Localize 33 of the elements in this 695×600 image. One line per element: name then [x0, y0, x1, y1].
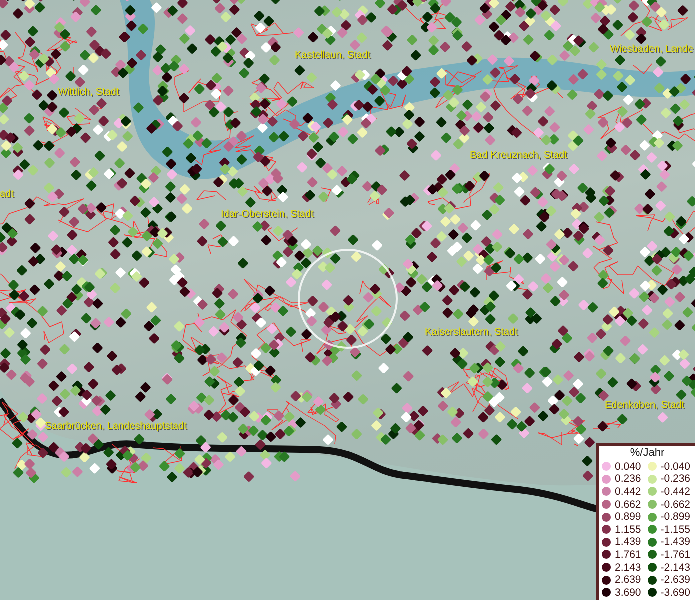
legend-value: -0.040 — [660, 460, 691, 473]
legend-value: 1.439 — [615, 536, 642, 548]
place-label: Wiesbaden, Lande — [610, 44, 694, 56]
legend-value: -0.236 — [660, 473, 691, 486]
legend-title: %/Jahr — [629, 447, 666, 460]
legend-value: -0.442 — [660, 486, 691, 498]
place-label: Edenkoben, Stadt — [605, 400, 685, 412]
legend-value: 0.236 — [615, 473, 642, 486]
legend-value: -1.155 — [660, 524, 691, 536]
legend-value: 3.690 — [615, 586, 642, 599]
legend-value: 0.662 — [615, 498, 642, 511]
place-label: adt — [0, 189, 14, 201]
legend-value: 1.761 — [615, 548, 642, 561]
place-label: Wittlich, Stadt — [58, 87, 120, 99]
place-label: Bad Kreuznach, Stadt — [470, 150, 568, 162]
legend-value: -0.662 — [660, 498, 691, 511]
legend-value: -1.439 — [660, 536, 691, 548]
legend-value: 0.899 — [615, 511, 642, 524]
legend-value: 0.442 — [615, 486, 642, 498]
place-label: Kaiserslautern, Stadt — [425, 327, 518, 339]
legend-value: 2.143 — [615, 562, 642, 574]
legend-value: -0.899 — [660, 511, 691, 524]
legend-value: 0.040 — [615, 460, 642, 473]
place-label: Idar-Oberstein, Stadt — [221, 209, 314, 221]
legend-value: -2.143 — [660, 562, 691, 574]
place-label: Kastellaun, Stadt — [295, 50, 371, 62]
legend-value: -1.761 — [660, 548, 691, 561]
selection-circle[interactable] — [298, 249, 398, 349]
legend-value: 1.155 — [615, 524, 642, 536]
legend-value: 2.639 — [615, 574, 642, 586]
place-label: Saarbrücken, Landeshauptstadt — [45, 421, 187, 433]
legend-value: -2.639 — [660, 574, 691, 586]
legend-value: -3.690 — [660, 586, 691, 599]
